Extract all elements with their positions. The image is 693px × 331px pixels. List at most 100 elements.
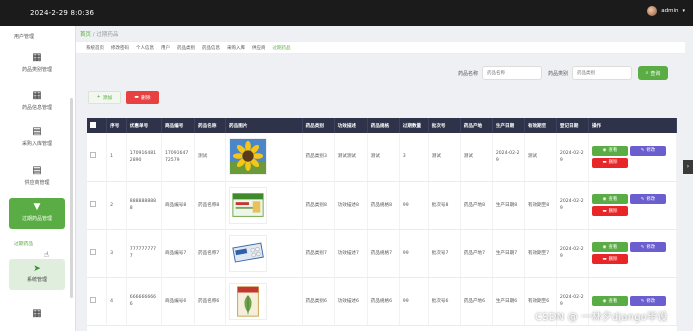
cell-qty: 99 [399,181,429,230]
column-header[interactable]: 过期数量 [399,118,429,133]
avatar[interactable] [647,6,658,16]
tab-supplier[interactable]: 供应商 [252,45,266,51]
sidebar-item-expired-drugs[interactable]: ▼ 过期药品管理 [9,198,65,229]
tab-purchase[interactable]: 采购入库 [227,45,245,51]
tab-expired-drugs[interactable]: 过期药品 [273,45,291,51]
edit-button[interactable]: ✎ 修改 [629,194,666,204]
cell-expiry: 测试 [524,133,557,182]
row-checkbox[interactable] [90,248,96,255]
grid-icon: ▦ [32,308,42,319]
view-button[interactable]: ◉ 查看 [591,242,628,252]
sidebar: 用户管理 ▦ 药品类别管理 ▦ 药品信息管理 ▤ 采购入库管理 ▤ 供应商管理 … [0,26,76,331]
tab-home[interactable]: 系统首页 [86,45,104,51]
sidebar-item-more[interactable]: ▦ [9,308,65,322]
view-icon: ◉ [602,298,607,304]
add-button[interactable]: + 添加 [88,91,121,104]
tab-drug-category[interactable]: 药品类别 [177,45,195,51]
cell-prod-date: 生产日期7 [492,229,525,278]
cell-name: 药品名称8 [194,181,227,230]
sidebar-item-drug-info[interactable]: ▦ 药品信息管理 [9,90,65,111]
column-header[interactable]: 药品产地 [460,118,493,133]
sidebar-item-purchase[interactable]: ▤ 采购入库管理 [9,126,65,147]
cell-code: 商品编号8 [161,181,196,230]
sidebar-item-label: 采购入库管理 [21,141,52,147]
select-all-checkbox[interactable] [90,121,96,128]
select-all-header[interactable] [87,118,108,133]
bulk-delete-button[interactable]: ▬ 删除 [126,91,159,104]
tab-profile[interactable]: 个人信息 [136,45,154,51]
cell-index: 4 [106,277,127,326]
view-icon: ◉ [602,196,607,202]
medicine-box-image[interactable] [229,186,268,224]
view-button[interactable]: ◉ 查看 [591,145,628,156]
edit-icon: ✎ [640,298,645,304]
right-drawer-handle[interactable]: › [683,160,693,174]
sidebar-item-supplier[interactable]: ▤ 供应商管理 [9,165,65,186]
breadcrumb: 首页 / 过期药品 [80,32,119,38]
column-header[interactable]: 药品类别 [302,118,335,133]
cell-effect: 功效描述6 [334,277,368,326]
column-header[interactable]: 有效期至 [524,118,557,133]
herbal-box-image[interactable] [229,282,268,320]
column-header[interactable]: 序号 [106,118,127,133]
search-button[interactable]: ⌕ 查询 [638,66,669,80]
cell-name: 药品名称7 [194,229,227,278]
sidebar-scrollbar[interactable] [70,98,73,298]
cell-name: 药品名称6 [194,277,227,326]
tab-drug-info[interactable]: 药品信息 [202,45,220,51]
sidebar-item-label: 系统管理 [26,277,47,283]
row-checkbox[interactable] [90,200,96,207]
edit-button[interactable]: ✎ 修改 [629,145,666,156]
view-icon: ◉ [602,244,607,250]
grid-icon: ▦ [32,52,42,63]
drug-category-input[interactable] [572,66,633,80]
row-checkbox[interactable] [90,296,96,303]
cell-image [225,229,303,278]
sidebar-subitem-expired-drugs[interactable]: 过期药品 [14,240,33,247]
cell-category: 药品类别8 [302,181,335,230]
edit-button[interactable]: ✎ 修改 [629,242,666,252]
sidebar-item-system[interactable]: ➤ 系统管理 [9,259,65,290]
column-header[interactable]: 生产日期 [492,118,525,133]
row-checkbox[interactable] [90,152,96,159]
chevron-down-icon[interactable]: ▾ [682,8,685,14]
drug-name-label: 药品名称 [458,70,479,77]
tab-change-password[interactable]: 修改密码 [111,45,129,51]
user-menu[interactable]: admin ▾ [647,6,685,16]
view-button[interactable]: ◉ 查看 [591,296,628,306]
nav-tabs: 系统首页 修改密码 个人信息 用户 药品类别 药品信息 采购入库 供应商 过期药… [76,41,685,54]
breadcrumb-home[interactable]: 首页 [80,32,91,38]
cell-batch: 批次号8 [428,181,461,230]
column-header[interactable]: 商品编号 [161,118,196,133]
view-button[interactable]: ◉ 查看 [591,194,628,204]
paper-plane-icon: ➤ [33,264,41,274]
sidebar-item-drug-category[interactable]: ▦ 药品类别管理 [9,52,65,73]
column-header[interactable]: 优惠单号 [126,118,162,133]
drug-name-input[interactable] [482,66,543,80]
cell-name: 测试 [194,133,227,182]
tab-users[interactable]: 用户 [161,45,170,51]
search-icon: ⌕ [645,70,649,76]
blister-pack-image[interactable] [229,234,268,272]
datetime-display: 2024-2-29 8:0:36 [30,9,95,17]
column-header[interactable]: 批次号 [428,118,461,133]
sunflower-image[interactable] [229,138,268,176]
cell-batch: 批次号6 [428,277,461,326]
column-header[interactable]: 药品名称 [194,118,227,133]
delete-button[interactable]: ▬ 删除 [591,206,628,216]
delete-button[interactable]: ▬ 删除 [591,254,628,264]
column-header[interactable]: 登记日期 [556,118,589,133]
column-header[interactable]: 药品规格 [367,118,400,133]
edit-button[interactable]: ✎ 修改 [629,296,666,306]
search-bar: 药品名称 药品类别 ⌕ 查询 [458,66,669,80]
cell-category: 药品类别6 [302,277,335,326]
grid-icon: ▦ [32,90,42,101]
delete-button[interactable]: ▬ 删除 [591,157,628,168]
cell-reg-date: 2024-02-29 [556,181,589,230]
sidebar-item-users[interactable]: 用户管理 [14,33,34,40]
cell-expiry: 有效期至8 [524,181,557,230]
username-label[interactable]: admin [661,8,678,14]
column-header[interactable]: 功效描述 [334,118,368,133]
edit-icon: ✎ [640,244,645,250]
cell-order: 1709164812890 [126,133,162,182]
